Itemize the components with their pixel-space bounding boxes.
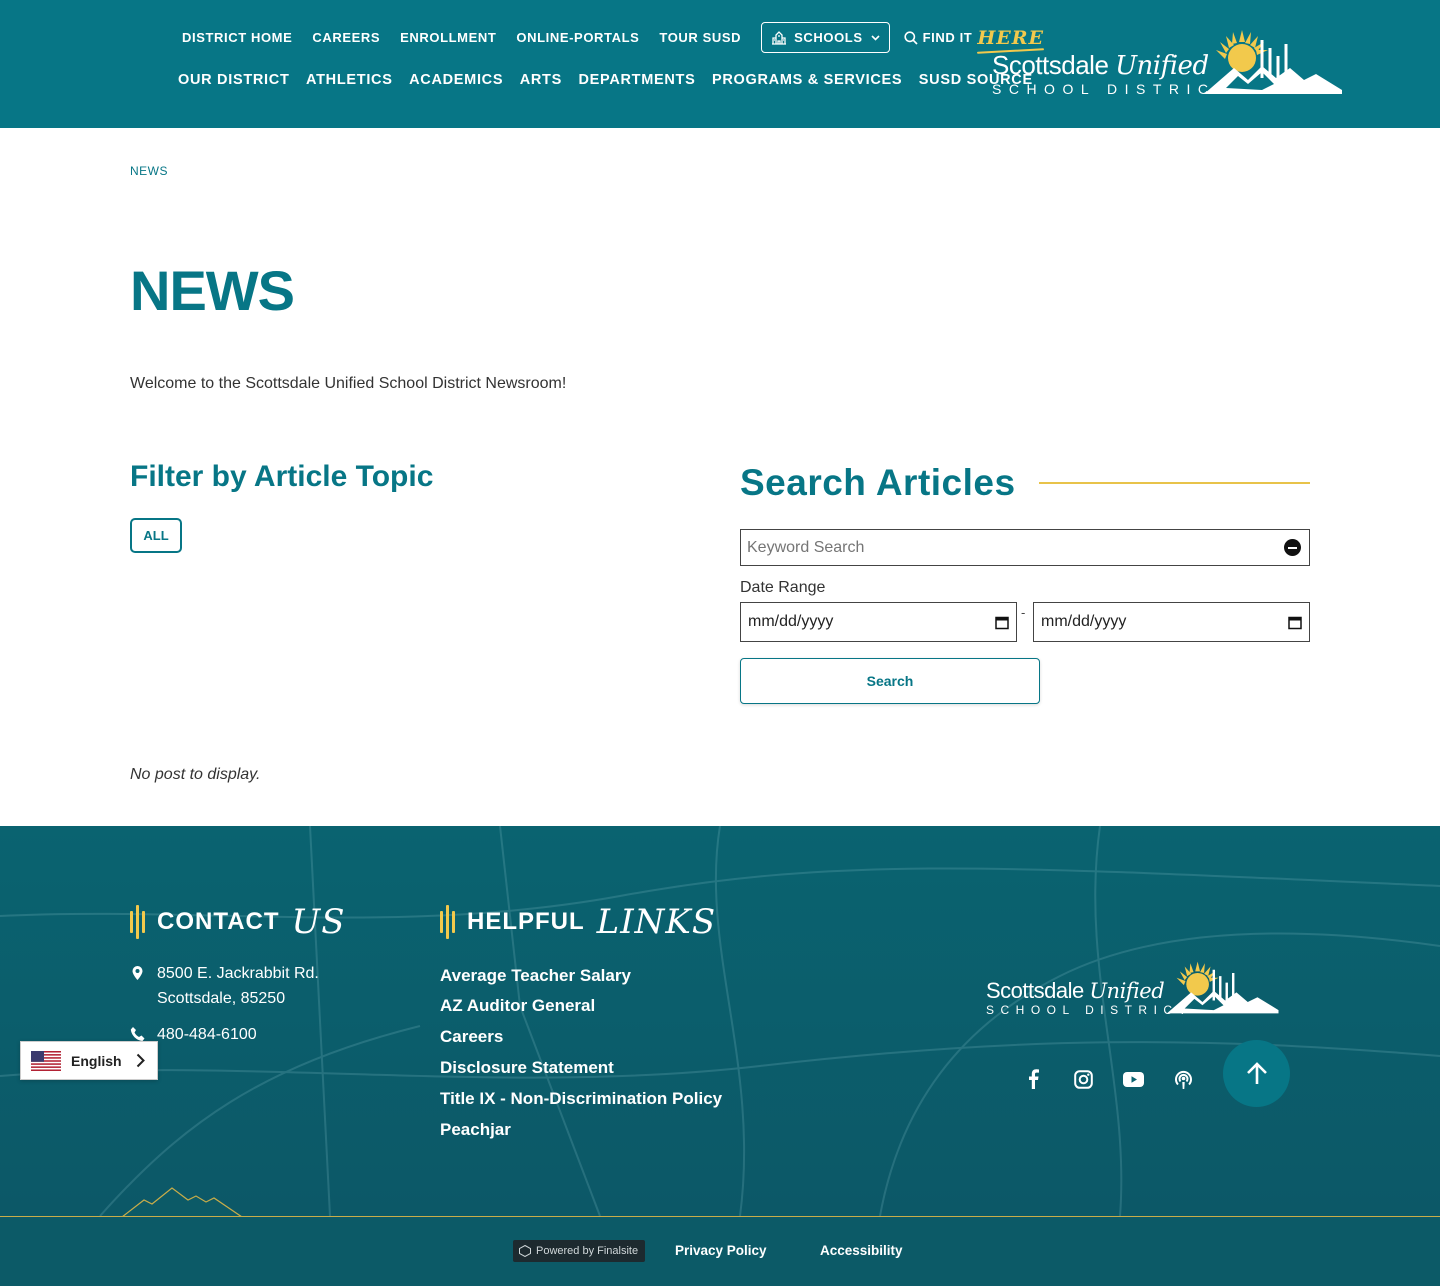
footer-link-az-auditor-general[interactable]: AZ Auditor General [440, 996, 595, 1016]
powered-by-finalsite[interactable]: Powered by Finalsite [513, 1240, 645, 1262]
search-icon [904, 30, 918, 45]
utility-nav: DISTRICT HOME CAREERS ENROLLMENT ONLINE-… [182, 22, 1044, 53]
school-building-icon [772, 30, 787, 45]
footer-link-title-ix[interactable]: Title IX - Non-Discrimination Policy [440, 1089, 722, 1109]
util-link-careers[interactable]: CAREERS [312, 30, 380, 45]
site-footer: CONTACT US 8500 E. Jackrabbit Rd. Scotts… [0, 826, 1440, 1216]
heading-bars-icon [440, 905, 458, 939]
intro-text: Welcome to the Scottsdale Unified School… [130, 375, 567, 392]
footer-link-peachjar[interactable]: Peachjar [440, 1120, 511, 1140]
breadcrumb[interactable]: NEWS [130, 164, 168, 178]
filter-all-button[interactable]: ALL [130, 518, 182, 553]
nav-our-district[interactable]: OUR DISTRICT [178, 72, 290, 88]
heading-bars-icon [130, 905, 148, 939]
accessibility-link[interactable]: Accessibility [820, 1243, 903, 1258]
nav-programs-services[interactable]: PROGRAMS & SERVICES [712, 72, 902, 88]
no-post-message: No post to display. [130, 766, 261, 783]
page-title: NEWS [130, 259, 295, 322]
chevron-down-icon [871, 34, 880, 41]
util-link-online-portals[interactable]: ONLINE-PORTALS [516, 30, 639, 45]
footer-logo-wordmark: Scottsdale Unified [986, 978, 1165, 1003]
calendar-icon[interactable] [1288, 615, 1302, 630]
util-link-tour-susd[interactable]: TOUR SUSD [659, 30, 741, 45]
sun-mountain-logo-icon [1204, 30, 1342, 94]
contact-address[interactable]: 8500 E. Jackrabbit Rd. Scottsdale, 85250 [130, 961, 319, 1011]
schools-dropdown-button[interactable]: SCHOOLS [761, 22, 890, 53]
location-pin-icon [132, 966, 143, 980]
main-nav: OUR DISTRICT ATHLETICS ACADEMICS ARTS DE… [178, 72, 1049, 88]
address-line-2: Scottsdale, 85250 [157, 990, 286, 1007]
language-label: English [71, 1052, 122, 1069]
find-it-label: FIND IT [922, 30, 973, 45]
chevron-right-icon [136, 1053, 145, 1068]
footer-link-disclosure-statement[interactable]: Disclosure Statement [440, 1058, 614, 1078]
address-line-1: 8500 E. Jackrabbit Rd. [157, 965, 319, 982]
search-title: Search Articles [740, 462, 1016, 503]
facebook-icon[interactable] [1018, 1064, 1048, 1094]
youtube-icon[interactable] [1118, 1064, 1148, 1094]
filter-title: Filter by Article Topic [130, 460, 434, 493]
helpful-links-heading: HELPFUL LINKS [440, 902, 716, 942]
mountain-divider-icon [122, 1187, 242, 1218]
logo-wordmark: Scottsdale Unified [992, 50, 1209, 81]
arrow-up-icon [1246, 1061, 1267, 1084]
date-to-input[interactable]: mm/dd/yyyy [1033, 602, 1310, 642]
finalsite-logo-icon [519, 1245, 531, 1257]
sun-mountain-logo-icon [1166, 961, 1279, 1014]
logo-subtitle: SCHOOL DISTRICT [992, 81, 1232, 97]
phone-number: 480-484-6100 [157, 1026, 257, 1043]
date-to-value: mm/dd/yyyy [1041, 613, 1127, 630]
phone-icon [130, 1027, 145, 1041]
footer-link-careers[interactable]: Careers [440, 1027, 503, 1047]
clear-search-icon[interactable] [1284, 539, 1301, 556]
footer-logo[interactable]: Scottsdale Unified SCHOOL DISTRICT [986, 960, 1286, 1022]
title-divider [1039, 482, 1310, 484]
calendar-icon[interactable] [995, 615, 1009, 630]
district-logo[interactable]: Scottsdale Unified SCHOOL DISTRICT [990, 28, 1350, 100]
search-button[interactable]: Search [740, 658, 1040, 704]
back-to-top-button[interactable] [1223, 1040, 1290, 1107]
date-from-value: mm/dd/yyyy [748, 613, 834, 630]
date-separator: - [1021, 605, 1026, 620]
footer-link-average-teacher-salary[interactable]: Average Teacher Salary [440, 966, 631, 986]
nav-athletics[interactable]: ATHLETICS [306, 72, 393, 88]
util-link-enrollment[interactable]: ENROLLMENT [400, 30, 496, 45]
date-range-label: Date Range [740, 579, 826, 596]
us-flag-icon [31, 1050, 61, 1071]
podcast-icon[interactable] [1168, 1064, 1198, 1094]
site-header: DISTRICT HOME CAREERS ENROLLMENT ONLINE-… [0, 0, 1440, 128]
util-link-district-home[interactable]: DISTRICT HOME [182, 30, 292, 45]
privacy-policy-link[interactable]: Privacy Policy [675, 1243, 767, 1258]
schools-label: SCHOOLS [794, 30, 863, 45]
date-from-input[interactable]: mm/dd/yyyy [740, 602, 1017, 642]
contact-heading: CONTACT US [130, 902, 346, 942]
keyword-search-input[interactable] [740, 529, 1310, 566]
nav-arts[interactable]: ARTS [520, 72, 562, 88]
instagram-icon[interactable] [1068, 1064, 1098, 1094]
nav-departments[interactable]: DEPARTMENTS [579, 72, 696, 88]
language-selector[interactable]: English [20, 1041, 158, 1080]
nav-academics[interactable]: ACADEMICS [409, 72, 503, 88]
footer-logo-subtitle: SCHOOL DISTRICT [986, 1003, 1193, 1017]
